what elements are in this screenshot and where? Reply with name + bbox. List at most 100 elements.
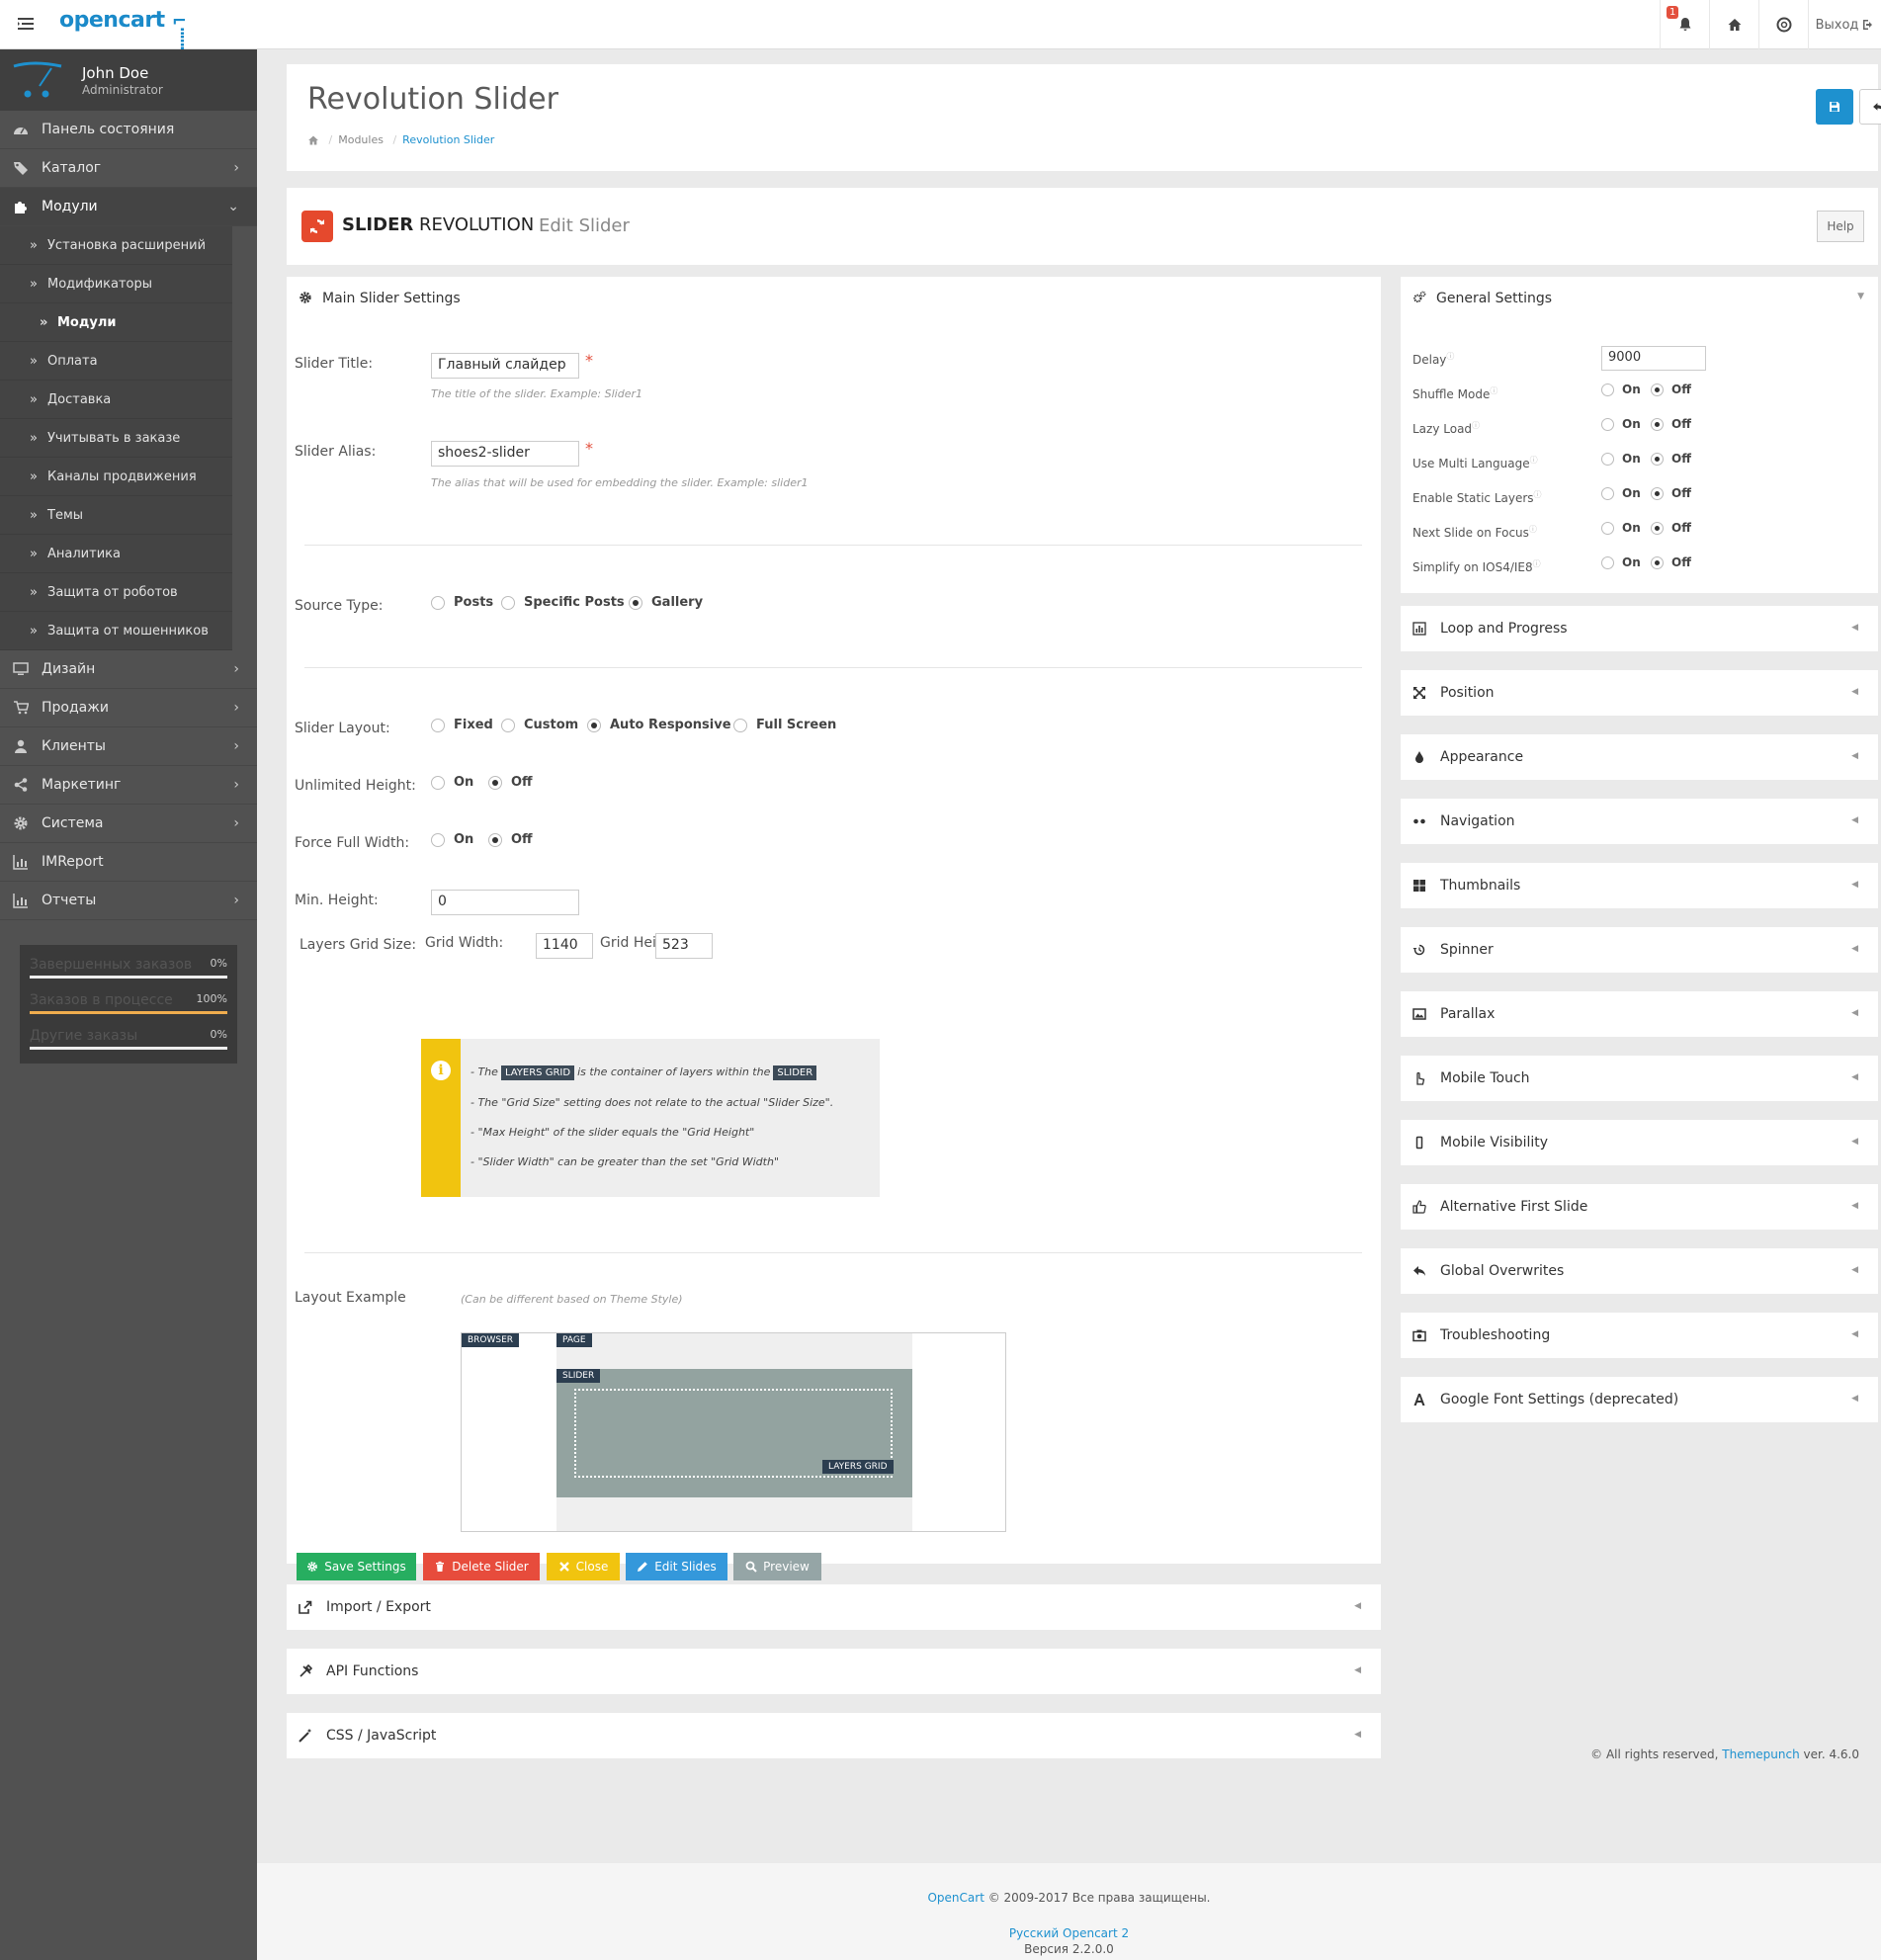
mobile-touch-panel[interactable]: Mobile Touch ◀: [1401, 1056, 1878, 1101]
min-height-input[interactable]: 0: [431, 890, 579, 915]
layout-fixed-radio[interactable]: Fixed: [431, 718, 493, 732]
lazy-load-on-radio[interactable]: On: [1601, 417, 1641, 431]
save-button[interactable]: [1816, 89, 1853, 125]
preview-button[interactable]: Preview: [733, 1553, 821, 1580]
google-font-settings-panel[interactable]: Google Font Settings (deprecated) ◀: [1401, 1377, 1878, 1422]
parallax-panel[interactable]: Parallax ◀: [1401, 991, 1878, 1037]
next-slide-focus-off-radio[interactable]: Off: [1651, 521, 1691, 535]
simplify-ios-off-radio[interactable]: Off: [1651, 555, 1691, 569]
collapse-arrow-icon: ◀: [1851, 944, 1858, 954]
troubleshooting-panel[interactable]: Troubleshooting ◀: [1401, 1313, 1878, 1358]
sidebar-item-catalog[interactable]: Каталог ›: [0, 149, 257, 188]
store-home-button[interactable]: [1709, 0, 1758, 49]
sidebar-sub-captcha[interactable]: Защита от роботов: [0, 573, 232, 612]
navigation-panel[interactable]: Navigation ◀: [1401, 799, 1878, 844]
opencart-link[interactable]: OpenCart: [927, 1891, 983, 1905]
menu-toggle-icon[interactable]: [16, 14, 36, 34]
layout-auto-responsive-radio[interactable]: Auto Responsive: [587, 718, 731, 732]
sidebar-item-system[interactable]: Система ›: [0, 805, 257, 843]
delete-slider-button[interactable]: Delete Slider: [423, 1553, 540, 1580]
sidebar-item-sales[interactable]: Продажи ›: [0, 689, 257, 727]
import-export-panel[interactable]: Import / Export ◀: [287, 1584, 1381, 1630]
save-settings-button[interactable]: Save Settings: [297, 1553, 416, 1580]
sidebar-item-design[interactable]: Дизайн ›: [0, 650, 257, 689]
themepunch-link[interactable]: Themepunch: [1722, 1747, 1799, 1761]
alternative-first-slide-panel[interactable]: Alternative First Slide ◀: [1401, 1184, 1878, 1230]
brand-name: SLIDER REVOLUTION: [342, 214, 535, 235]
gears-icon: [1412, 291, 1426, 304]
api-functions-panel[interactable]: API Functions ◀: [287, 1649, 1381, 1694]
layout-custom-radio[interactable]: Custom: [501, 718, 578, 732]
sidebar-sub-themes[interactable]: Темы: [0, 496, 232, 535]
appearance-panel[interactable]: Appearance ◀: [1401, 734, 1878, 780]
unlimited-height-off-radio[interactable]: Off: [488, 775, 533, 790]
sidebar-sub-extensions[interactable]: Установка расширений: [0, 226, 232, 265]
sidebar-sub-analytics[interactable]: Аналитика: [0, 535, 232, 573]
delay-input[interactable]: 9000: [1601, 346, 1706, 371]
source-gallery-radio[interactable]: Gallery: [629, 595, 703, 610]
sidebar-sub-modifications[interactable]: Модификаторы: [0, 265, 232, 303]
chevron-right-icon: ›: [233, 738, 239, 754]
close-button[interactable]: Close: [547, 1553, 620, 1580]
avatar: [12, 58, 69, 102]
logout-button[interactable]: Выход: [1808, 0, 1881, 49]
delay-label: Delayⓘ: [1412, 352, 1455, 367]
static-layers-off-radio[interactable]: Off: [1651, 486, 1691, 500]
thumbnails-panel[interactable]: Thumbnails ◀: [1401, 863, 1878, 908]
info-line: - "Max Height" of the slider equals the …: [470, 1126, 755, 1139]
sidebar-item-imreport[interactable]: IMReport: [0, 843, 257, 882]
layout-full-screen-radio[interactable]: Full Screen: [733, 718, 836, 732]
sidebar-item-reports[interactable]: Отчеты ›: [0, 882, 257, 920]
user-role: Administrator: [82, 83, 163, 97]
spinner-panel[interactable]: Spinner ◀: [1401, 927, 1878, 973]
sidebar-item-modules[interactable]: Модули ⌄: [0, 188, 257, 226]
sidebar-sub-modules[interactable]: Модули: [0, 303, 232, 342]
sidebar-sub-payment[interactable]: Оплата: [0, 342, 232, 381]
sidebar-sub-fraud[interactable]: Защита от мошенников: [0, 612, 232, 650]
css-javascript-panel[interactable]: CSS / JavaScript ◀: [287, 1713, 1381, 1758]
user-profile[interactable]: John Doe Administrator: [0, 49, 257, 111]
force-full-width-off-radio[interactable]: Off: [488, 832, 533, 847]
static-layers-on-radio[interactable]: On: [1601, 486, 1641, 500]
multi-language-on-radio[interactable]: On: [1601, 452, 1641, 466]
slider-alias-input[interactable]: shoes2-slider: [431, 441, 579, 467]
loop-progress-panel[interactable]: Loop and Progress ◀: [1401, 606, 1878, 651]
next-slide-focus-on-radio[interactable]: On: [1601, 521, 1641, 535]
expand-arrow-icon[interactable]: ▼: [1857, 292, 1864, 301]
edit-slides-button[interactable]: Edit Slides: [626, 1553, 727, 1580]
grid-width-input[interactable]: 1140: [536, 933, 593, 959]
sidebar-item-marketing[interactable]: Маркетинг ›: [0, 766, 257, 805]
support-button[interactable]: [1758, 0, 1808, 49]
unlimited-height-on-radio[interactable]: On: [431, 775, 473, 790]
slider-alias-label: Slider Alias:: [295, 444, 377, 460]
force-full-width-on-radio[interactable]: On: [431, 832, 473, 847]
multi-language-off-radio[interactable]: Off: [1651, 452, 1691, 466]
shuffle-mode-on-radio[interactable]: On: [1601, 383, 1641, 396]
sidebar-sub-order-totals[interactable]: Учитывать в заказе: [0, 419, 232, 458]
page-footer: OpenCart © 2009-2017 Все права защищены.…: [257, 1863, 1881, 1960]
source-specific-posts-radio[interactable]: Specific Posts: [501, 595, 625, 610]
mobile-visibility-panel[interactable]: Mobile Visibility ◀: [1401, 1120, 1878, 1165]
sidebar-item-dashboard[interactable]: Панель состояния: [0, 111, 257, 149]
russian-opencart-link[interactable]: Русский Opencart 2: [1009, 1926, 1129, 1940]
sidebar-sub-feeds[interactable]: Каналы продвижения: [0, 458, 232, 496]
sidebar-item-customers[interactable]: Клиенты ›: [0, 727, 257, 766]
grid-height-input[interactable]: 523: [655, 933, 713, 959]
help-button[interactable]: Help: [1817, 211, 1864, 242]
breadcrumb-modules[interactable]: Modules: [338, 133, 384, 146]
global-overwrites-panel[interactable]: Global Overwrites ◀: [1401, 1248, 1878, 1294]
source-posts-radio[interactable]: Posts: [431, 595, 493, 610]
sidebar-sub-shipping[interactable]: Доставка: [0, 381, 232, 419]
breadcrumb-current[interactable]: Revolution Slider: [402, 133, 494, 146]
shuffle-mode-off-radio[interactable]: Off: [1651, 383, 1691, 396]
lazy-load-off-radio[interactable]: Off: [1651, 417, 1691, 431]
simplify-ios-on-radio[interactable]: On: [1601, 555, 1641, 569]
home-icon[interactable]: [307, 134, 319, 146]
info-stripe: i: [421, 1039, 461, 1197]
slider-title-input[interactable]: Главный слайдер: [431, 353, 579, 379]
opencart-logo[interactable]: opencart ⌐̣̣̣̣̣̣̣̣̣̣̣̣̣̣̣̣̣̣̣̣̣̣̣̣̣̣̣̣̣: [59, 8, 187, 33]
position-panel[interactable]: Position ◀: [1401, 670, 1878, 716]
panel-heading[interactable]: General Settings: [1412, 291, 1552, 306]
back-button[interactable]: [1859, 89, 1881, 125]
force-full-width-label: Force Full Width:: [295, 835, 410, 851]
